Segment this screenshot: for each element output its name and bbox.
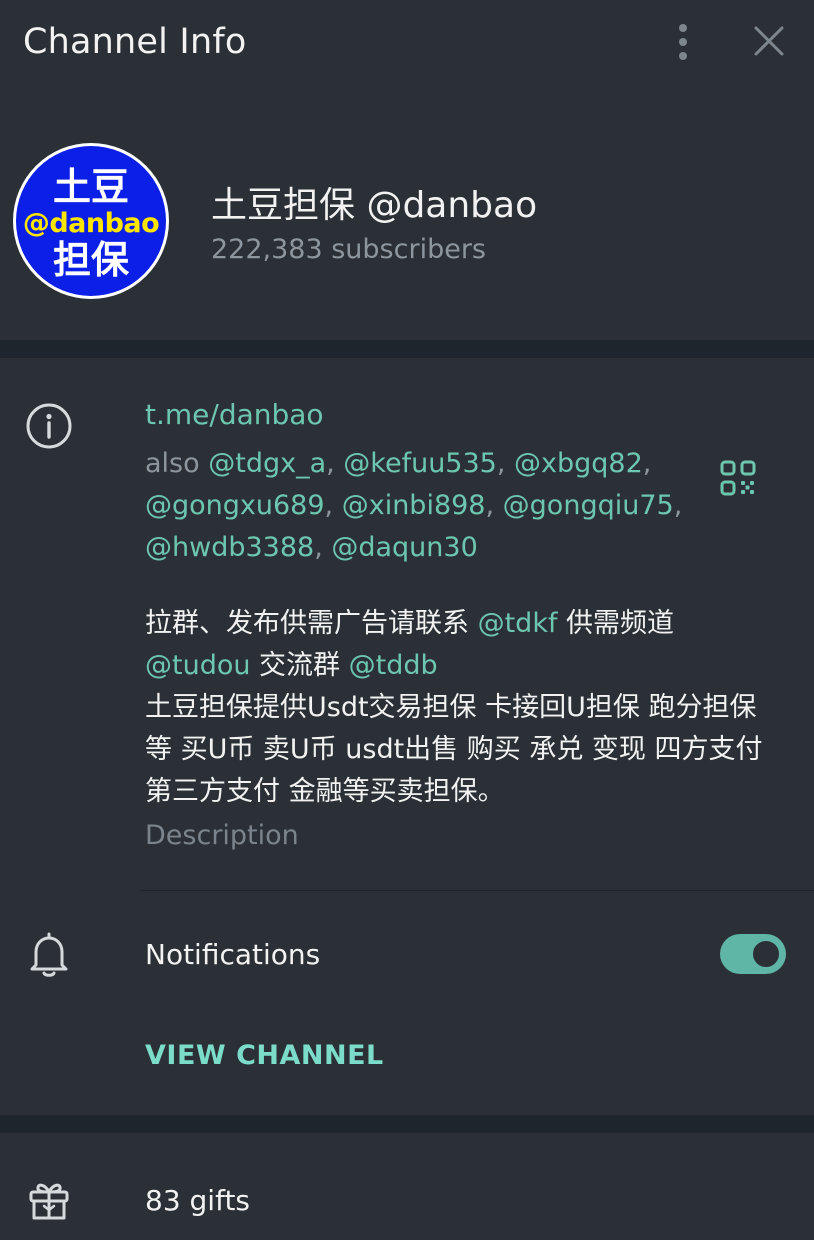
notifications-toggle[interactable] bbox=[720, 934, 786, 974]
subscriber-count: 222,383 subscribers bbox=[211, 234, 486, 265]
gift-icon bbox=[29, 1183, 69, 1220]
close-icon bbox=[754, 26, 784, 56]
username-link[interactable]: @gongxu689 bbox=[145, 490, 325, 521]
section-divider bbox=[0, 1115, 814, 1133]
row-separator bbox=[140, 890, 814, 891]
info-icon bbox=[26, 403, 72, 449]
username-link[interactable]: @hwdb3388 bbox=[145, 532, 314, 563]
username-link[interactable]: @daqun30 bbox=[331, 532, 477, 563]
username-link[interactable]: @xbgq82 bbox=[514, 448, 643, 479]
more-options-button[interactable] bbox=[666, 20, 700, 64]
description-text: 拉群、发布供需广告请联系 bbox=[145, 608, 478, 639]
channel-description: 拉群、发布供需广告请联系 @tdkf 供需频道 @tudou 交流群 @tddb… bbox=[145, 603, 770, 813]
toggle-knob bbox=[749, 937, 783, 971]
avatar-logo: 土豆 @danbao 担保 bbox=[16, 146, 166, 296]
avatar-text-middle: @danbao bbox=[22, 207, 160, 239]
channel-link[interactable]: t.me/danbao bbox=[145, 398, 324, 431]
username-link[interactable]: @xinbi898 bbox=[342, 490, 486, 521]
page-title: Channel Info bbox=[23, 22, 247, 62]
close-button[interactable] bbox=[748, 20, 790, 62]
channel-header: Channel Info 土豆 @danbao 担保 土豆担保 @danbao … bbox=[0, 0, 814, 340]
also-label: also bbox=[145, 448, 200, 479]
additional-usernames: also @tdgx_a, @kefuu535, @xbgq82, @gongx… bbox=[145, 448, 683, 563]
description-text: 供需频道 bbox=[557, 608, 675, 639]
description-label: Description bbox=[145, 820, 299, 851]
more-vertical-icon bbox=[679, 24, 687, 60]
notifications-label: Notifications bbox=[145, 938, 321, 971]
username-link[interactable]: @kefuu535 bbox=[343, 448, 497, 479]
mention-link[interactable]: @tudou bbox=[145, 650, 250, 681]
view-channel-button[interactable]: VIEW CHANNEL bbox=[145, 1040, 384, 1071]
section-divider bbox=[0, 340, 814, 358]
avatar-text-top: 土豆 bbox=[52, 164, 129, 209]
qr-code-icon bbox=[720, 460, 756, 496]
gifts-section[interactable] bbox=[0, 1133, 814, 1240]
username-link[interactable]: @tdgx_a bbox=[208, 448, 326, 479]
gifts-label: 83 gifts bbox=[145, 1184, 251, 1217]
avatar-text-bottom: 担保 bbox=[52, 237, 129, 282]
qr-code-button[interactable] bbox=[720, 460, 756, 496]
mention-link[interactable]: @tdkf bbox=[478, 608, 558, 639]
mention-link[interactable]: @tddb bbox=[349, 650, 438, 681]
description-text: 土豆担保提供Usdt交易担保 卡接回U担保 跑分担保等 买U币 卖U币 usdt… bbox=[145, 692, 763, 807]
bell-icon bbox=[30, 932, 68, 977]
description-text: 交流群 bbox=[250, 650, 349, 681]
channel-avatar[interactable]: 土豆 @danbao 担保 bbox=[13, 143, 169, 299]
username-link[interactable]: @gongqiu75 bbox=[503, 490, 674, 521]
channel-name: 土豆担保 @danbao bbox=[211, 185, 538, 226]
